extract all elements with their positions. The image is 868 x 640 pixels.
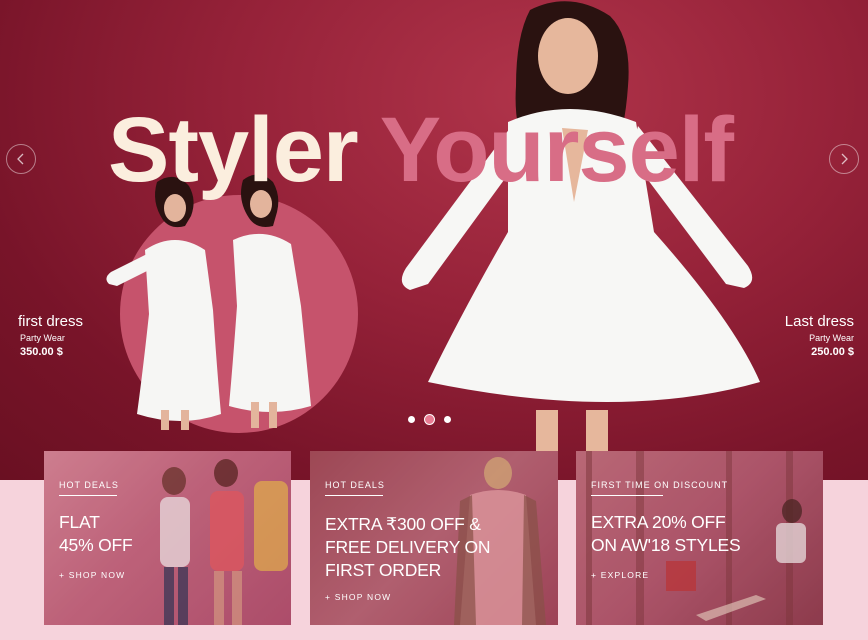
slider-prev-button[interactable]: [6, 144, 36, 174]
slider-next-button[interactable]: [829, 144, 859, 174]
hero-model-main-image: [401, 1, 760, 480]
promo-card-extra-300[interactable]: HOT DEALS EXTRA ₹300 OFF & FREE DELIVERY…: [310, 451, 558, 625]
promo-tag: HOT DEALS: [325, 480, 385, 490]
chevron-left-icon: [15, 152, 27, 166]
promo-divider: [591, 495, 663, 496]
promo-headline: EXTRA ₹300 OFF & FREE DELIVERY ON FIRST …: [325, 513, 491, 582]
left-product-name: first dress: [18, 313, 84, 330]
right-product-category: Party Wear: [809, 333, 854, 343]
promo-headline: EXTRA 20% OFF ON AW'18 STYLES: [591, 511, 741, 557]
left-product-info[interactable]: first dress Party Wear 350.00 $: [18, 313, 83, 360]
promo-headline-line: FIRST ORDER: [325, 560, 442, 580]
promo-card-extra-20[interactable]: FIRST TIME ON DISCOUNT EXTRA 20% OFF ON …: [576, 451, 823, 625]
promo-shop-now-link[interactable]: + SHOP NOW: [59, 570, 125, 580]
promo-headline-line: 45% OFF: [59, 535, 133, 555]
promo-headline-line: ON AW'18 STYLES: [591, 535, 741, 555]
hero-title-word-2: Yourself: [379, 99, 734, 201]
slider-dot-3[interactable]: [444, 416, 451, 423]
promo-headline-line: EXTRA 20% OFF: [591, 512, 726, 532]
hero-title: Styler Yourself: [108, 104, 734, 196]
hero-model-pair-image: [106, 174, 311, 430]
promo-divider: [59, 495, 117, 496]
right-product-name: Last dress: [784, 313, 854, 330]
left-product-price: 350.00 $: [20, 346, 63, 358]
promo-cards: HOT DEALS FLAT 45% OFF + SHOP NOW HOT DE…: [0, 451, 868, 640]
promo-headline-line: FREE DELIVERY ON: [325, 537, 491, 557]
hero-title-word-1: Styler: [108, 99, 359, 201]
left-product-category: Party Wear: [20, 333, 65, 343]
promo-tag: HOT DEALS: [59, 480, 119, 490]
promo-tag: FIRST TIME ON DISCOUNT: [591, 480, 729, 490]
right-product-info[interactable]: Last dress Party Wear 250.00 $: [785, 313, 854, 360]
promo-divider: [325, 495, 383, 496]
slider-dot-2[interactable]: [424, 414, 435, 425]
slider-dot-1[interactable]: [408, 416, 415, 423]
promo-headline: FLAT 45% OFF: [59, 511, 133, 557]
promo-card-flat-45[interactable]: HOT DEALS FLAT 45% OFF + SHOP NOW: [44, 451, 291, 625]
promo-shop-now-link[interactable]: + SHOP NOW: [325, 592, 391, 602]
chevron-right-icon: [838, 152, 850, 166]
promo-headline-line: FLAT: [59, 512, 100, 532]
promo-headline-line: EXTRA ₹300 OFF &: [325, 514, 481, 534]
hero-banner: Styler Yourself first dress Party Wear 35…: [0, 0, 868, 480]
slider-pagination: [408, 414, 451, 425]
right-product-price: 250.00 $: [811, 346, 854, 358]
promo-explore-link[interactable]: + EXPLORE: [591, 570, 649, 580]
